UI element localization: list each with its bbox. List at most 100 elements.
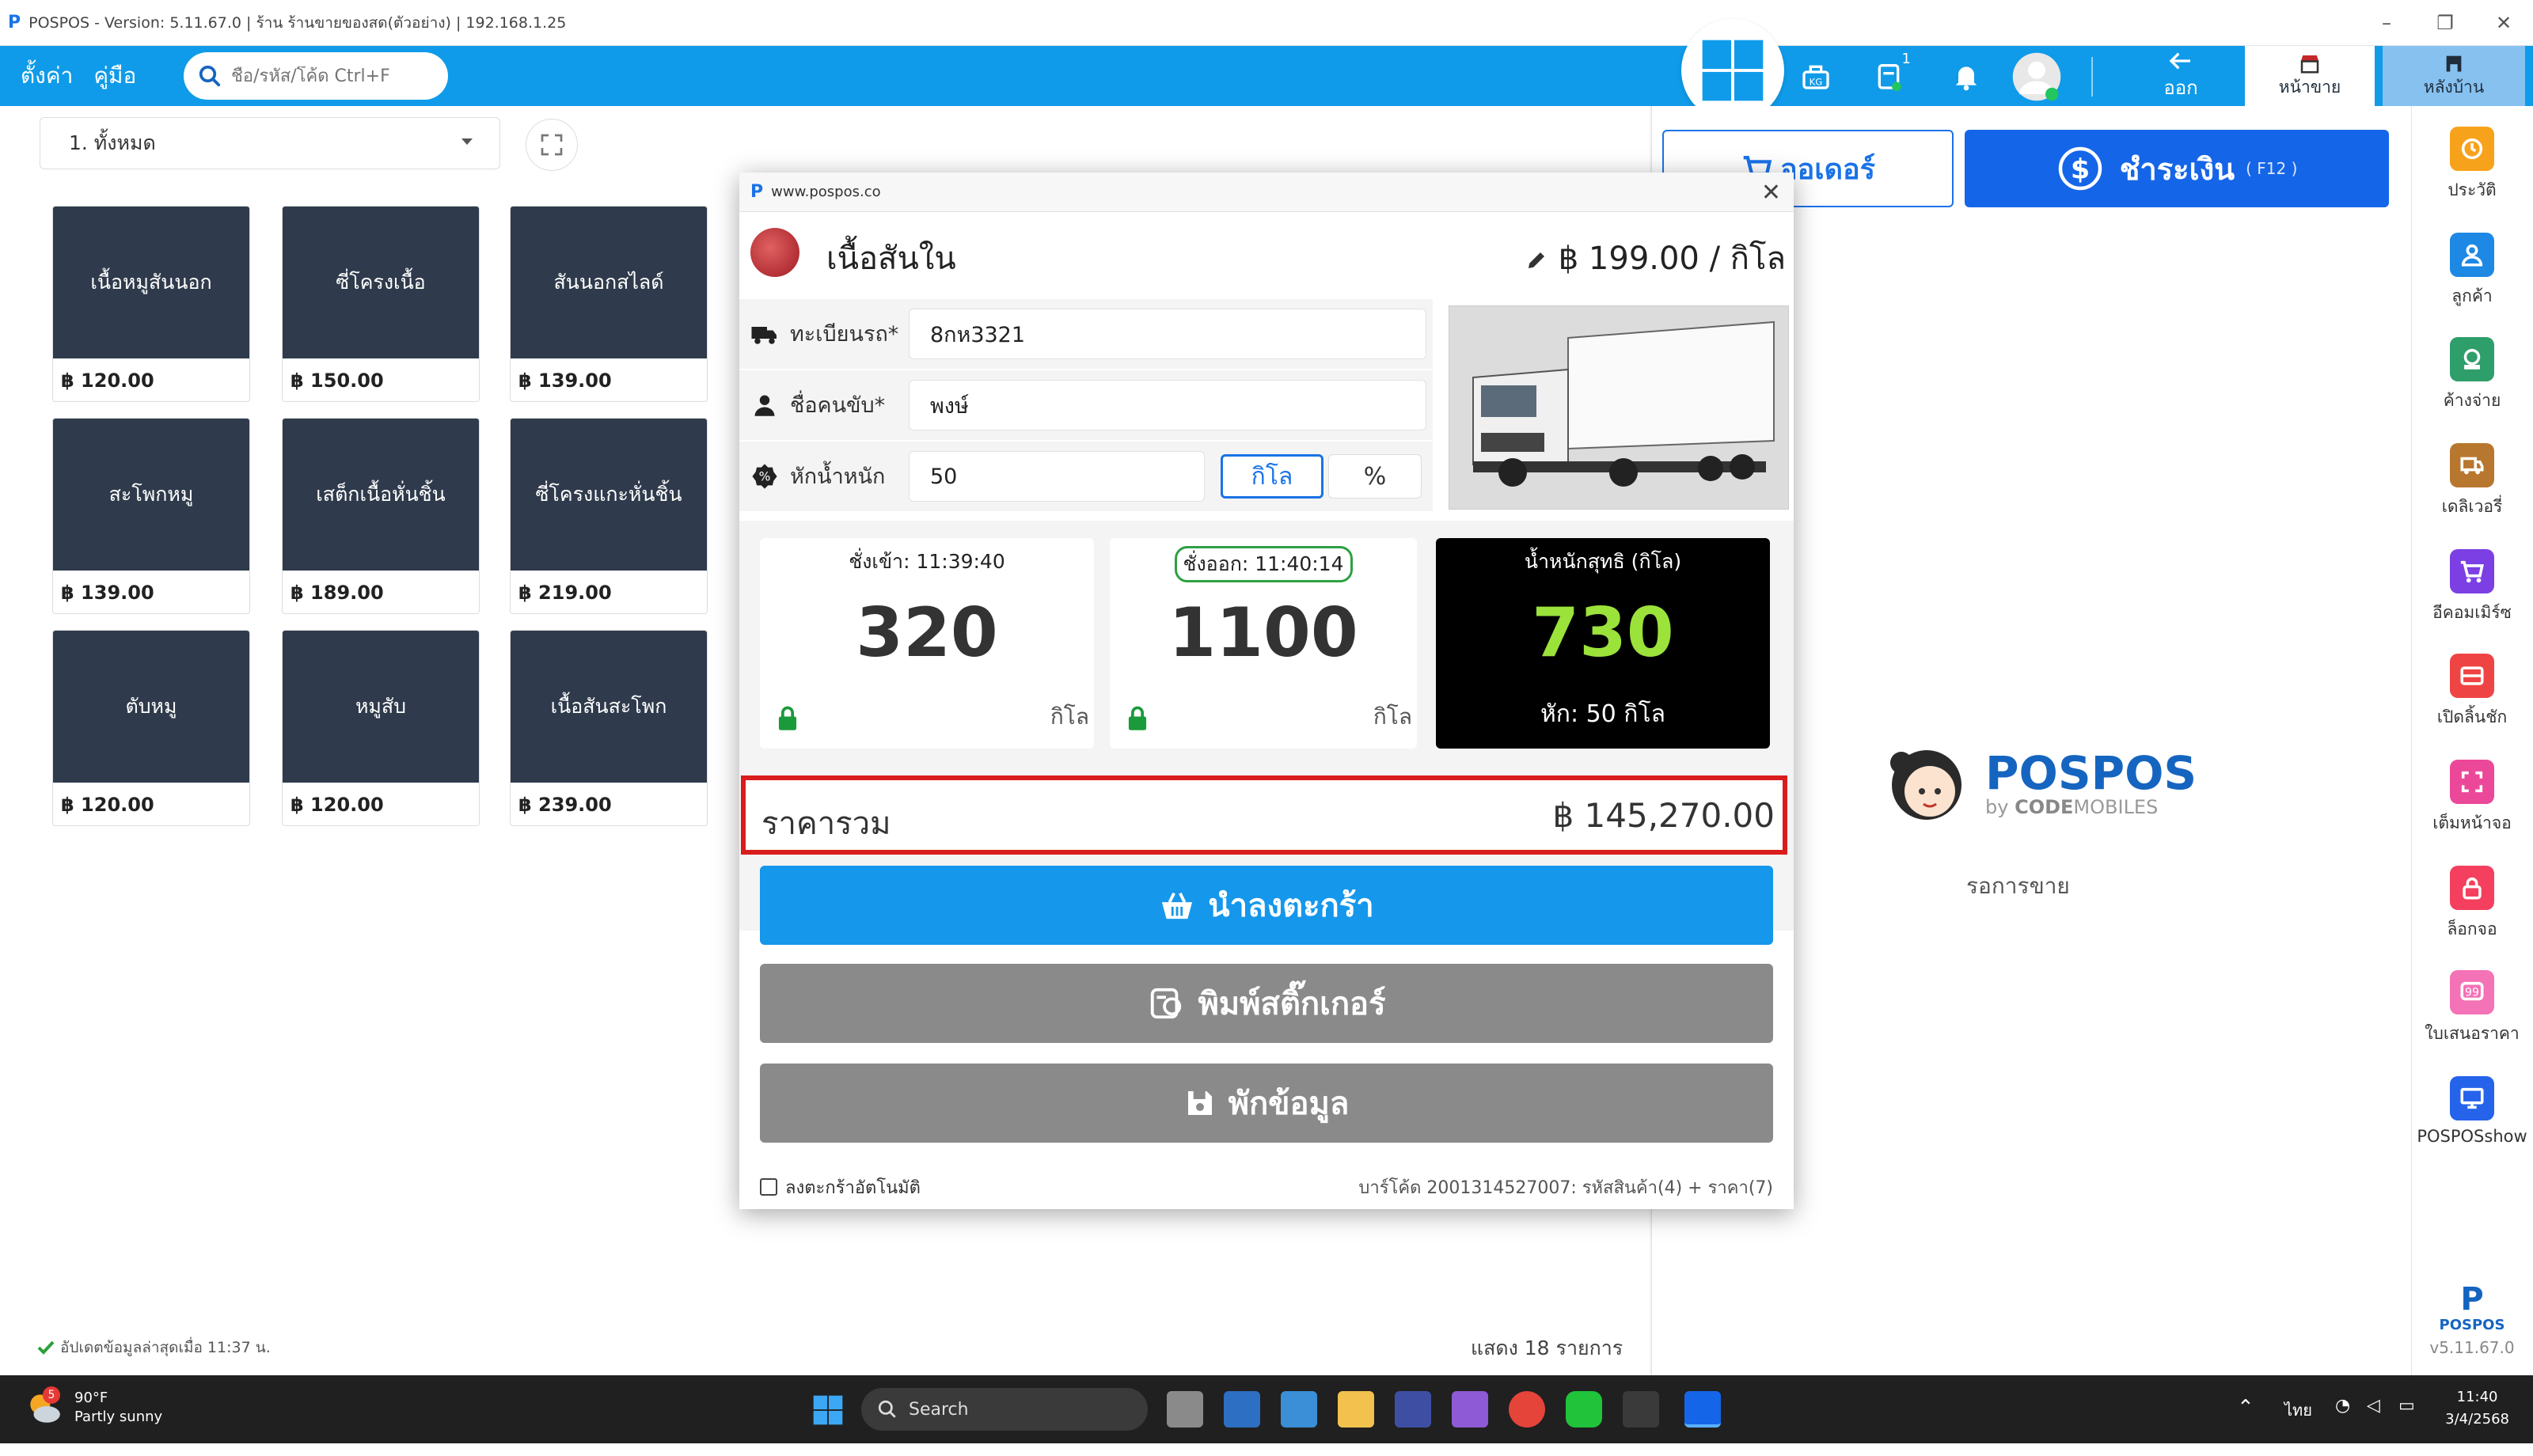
scale-icon[interactable]: KG xyxy=(1797,57,1835,95)
bell-icon[interactable] xyxy=(1947,57,1985,95)
wifi-icon[interactable]: ◔ xyxy=(2335,1396,2350,1416)
sidebar-item-label: ใบเสนอราคา xyxy=(2425,1024,2520,1043)
avatar[interactable] xyxy=(2011,51,2063,103)
tab-sales[interactable]: หน้าขาย xyxy=(2245,46,2375,106)
weighing-dialog: P www.pospos.co ✕ เนื้อสันใน ฿ 199.00 / … xyxy=(739,173,1794,1209)
battery-icon[interactable]: ▭ xyxy=(2398,1396,2415,1416)
sidebar-item-history[interactable]: ประวัติ xyxy=(2411,127,2533,203)
terminal-icon[interactable] xyxy=(1623,1391,1659,1428)
chrome-icon[interactable] xyxy=(1509,1391,1545,1428)
clock-time: 11:40 xyxy=(2456,1389,2498,1405)
print-sticker-button[interactable]: พิมพ์สติ๊กเกอร์ xyxy=(760,964,1773,1043)
close-window-button[interactable]: ✕ xyxy=(2474,0,2533,46)
product-price: ฿ 239.00 xyxy=(518,794,612,816)
input-language[interactable]: ไทย xyxy=(2284,1397,2312,1423)
product-card[interactable]: เนื้อสันสะโพก ฿ 239.00 xyxy=(510,630,708,826)
sidebar-item-pospos-show[interactable]: POSPOSshow xyxy=(2411,1076,2533,1146)
sidebar-item-ecommerce[interactable]: อีคอมเมิร์ซ xyxy=(2411,549,2533,626)
item-count: แสดง 18 รายการ xyxy=(1471,1337,1623,1359)
product-name: เสต็กเนื้อหั่นชิ้น xyxy=(283,419,479,571)
deduct-input[interactable] xyxy=(909,451,1205,502)
logout-button[interactable]: ออก xyxy=(2137,46,2224,106)
sidebar-item-customer[interactable]: ลูกค้า xyxy=(2411,233,2533,309)
dialog-url: www.pospos.co xyxy=(771,184,881,200)
search-box[interactable] xyxy=(184,52,448,100)
weigh-in-card: ชั่งเข้า: 11:39:40 320 กิโล xyxy=(760,538,1094,749)
product-card[interactable]: เสต็กเนื้อหั่นชิ้น ฿ 189.00 xyxy=(282,418,480,614)
auto-cart-label: ลงตะกร้าอัตโนมัติ xyxy=(785,1177,921,1198)
restore-button[interactable]: ❐ xyxy=(2416,0,2474,46)
pospos-brand: POSPOS by CODEMOBILES xyxy=(1886,741,2197,828)
photos-icon[interactable] xyxy=(1224,1391,1260,1428)
hold-data-button[interactable]: พักข้อมูล xyxy=(760,1064,1773,1143)
unit-kilo-button[interactable]: กิโล xyxy=(1221,454,1323,499)
brand-sub-code: CODE xyxy=(2015,796,2074,818)
sidebar-item-quotation[interactable]: 99 ใบเสนอราคา xyxy=(2411,970,2533,1047)
weigh-out-unit: กิโล xyxy=(1373,703,1412,730)
sidebar-item-label: เต็มหน้าจอ xyxy=(2432,813,2512,832)
product-card[interactable]: หมูสับ ฿ 120.00 xyxy=(282,630,480,826)
dialog-close-button[interactable]: ✕ xyxy=(1761,179,1781,207)
search-input[interactable] xyxy=(231,66,437,86)
product-card[interactable]: สะโพกหมู ฿ 139.00 xyxy=(52,418,250,614)
shop-icon xyxy=(2300,55,2319,73)
auto-cart-checkbox[interactable]: ลงตะกร้าอัตโนมัติ xyxy=(760,1174,921,1201)
dialog-footer: ลงตะกร้าอัตโนมัติ บาร์โค้ด 2001314527007… xyxy=(760,1171,1773,1203)
driver-label-text: ชื่อคนขับ* xyxy=(790,393,886,418)
weigh-in-value: 320 xyxy=(856,593,998,673)
file-explorer-icon[interactable] xyxy=(1338,1391,1374,1428)
expand-icon xyxy=(541,134,563,156)
product-card[interactable]: ซี่โครงเนื้อ ฿ 150.00 xyxy=(282,206,480,402)
pospos-taskbar-icon[interactable] xyxy=(1684,1391,1721,1428)
app-icon[interactable] xyxy=(1395,1391,1431,1428)
task-view-icon[interactable] xyxy=(1167,1391,1203,1428)
sidebar-item-pending[interactable]: ค้างจ่าย xyxy=(2411,337,2533,414)
volume-icon[interactable]: ◁ xyxy=(2367,1396,2380,1416)
dialog-unit-price-text: ฿ 199.00 / กิโล xyxy=(1558,241,1786,277)
product-card[interactable]: สันนอกสไลด์ ฿ 139.00 xyxy=(510,206,708,402)
basket-icon xyxy=(1162,892,1193,919)
product-card[interactable]: เนื้อหมูสันนอก ฿ 120.00 xyxy=(52,206,250,402)
weather-widget[interactable]: 5 90°F Partly sunny xyxy=(24,1386,162,1428)
sidebar-item-drawer[interactable]: เปิดลิ้นชัก xyxy=(2411,654,2533,730)
sidebar-item-delivery[interactable]: เดลิเวอรี่ xyxy=(2411,443,2533,520)
clock[interactable]: 11:40 3/4/2568 xyxy=(2445,1386,2509,1431)
dialog-product-name: เนื้อสันใน xyxy=(826,241,956,277)
sidebar-item-fullscreen[interactable]: เต็มหน้าจอ xyxy=(2411,760,2533,836)
weigh-in-unit: กิโล xyxy=(1050,703,1089,730)
line-icon[interactable] xyxy=(1566,1391,1602,1428)
minimize-button[interactable]: – xyxy=(2357,0,2416,46)
weigh-out-label-wrap: ชั่งออก: 11:40:14 xyxy=(1110,546,1417,582)
chevron-up-icon[interactable]: ⌃ xyxy=(2237,1396,2254,1420)
plate-input[interactable] xyxy=(909,309,1426,359)
pay-button[interactable]: $ ชำระเงิน ( F12 ) xyxy=(1965,130,2389,207)
dialog-unit-price[interactable]: ฿ 199.00 / กิโล xyxy=(1525,233,1786,283)
product-price: ฿ 139.00 xyxy=(518,370,612,392)
search-icon xyxy=(878,1400,896,1418)
add-to-cart-button[interactable]: นำลงตะกร้า xyxy=(760,866,1773,945)
expand-button[interactable] xyxy=(526,119,578,171)
product-card[interactable]: ตับหมู ฿ 120.00 xyxy=(52,630,250,826)
product-card[interactable]: ซี่โครงแกะหั่นชิ้น ฿ 219.00 xyxy=(510,418,708,614)
driver-input[interactable] xyxy=(909,380,1426,430)
start-icon[interactable] xyxy=(811,1393,845,1431)
checkbox-icon[interactable] xyxy=(760,1178,777,1196)
lock-icon xyxy=(776,706,799,734)
sidebar-item-lock[interactable]: ล็อกจอ xyxy=(2411,866,2533,942)
toolbar-divider xyxy=(2091,57,2093,97)
visual-studio-icon[interactable] xyxy=(1452,1391,1488,1428)
screen-bottom-edge xyxy=(0,1443,2533,1456)
unit-percent-button[interactable]: % xyxy=(1328,454,1422,499)
register-icon[interactable]: 1 xyxy=(1870,51,1911,95)
brand-name: POSPOS xyxy=(1985,746,2197,800)
app-logo-icon: P xyxy=(8,13,21,32)
control-panel-icon[interactable] xyxy=(1281,1391,1317,1428)
category-dropdown[interactable]: 1. ทั้งหมด xyxy=(40,117,500,169)
manual-link[interactable]: คู่มือ xyxy=(93,59,136,93)
taskbar-search[interactable]: Search xyxy=(861,1388,1148,1431)
weather-badge: 5 xyxy=(43,1386,60,1404)
settings-link[interactable]: ตั้งค่า xyxy=(21,59,73,93)
check-icon xyxy=(37,1340,55,1355)
tab-back-office[interactable]: หลังบ้าน xyxy=(2383,46,2525,106)
edit-icon xyxy=(1529,252,1545,268)
